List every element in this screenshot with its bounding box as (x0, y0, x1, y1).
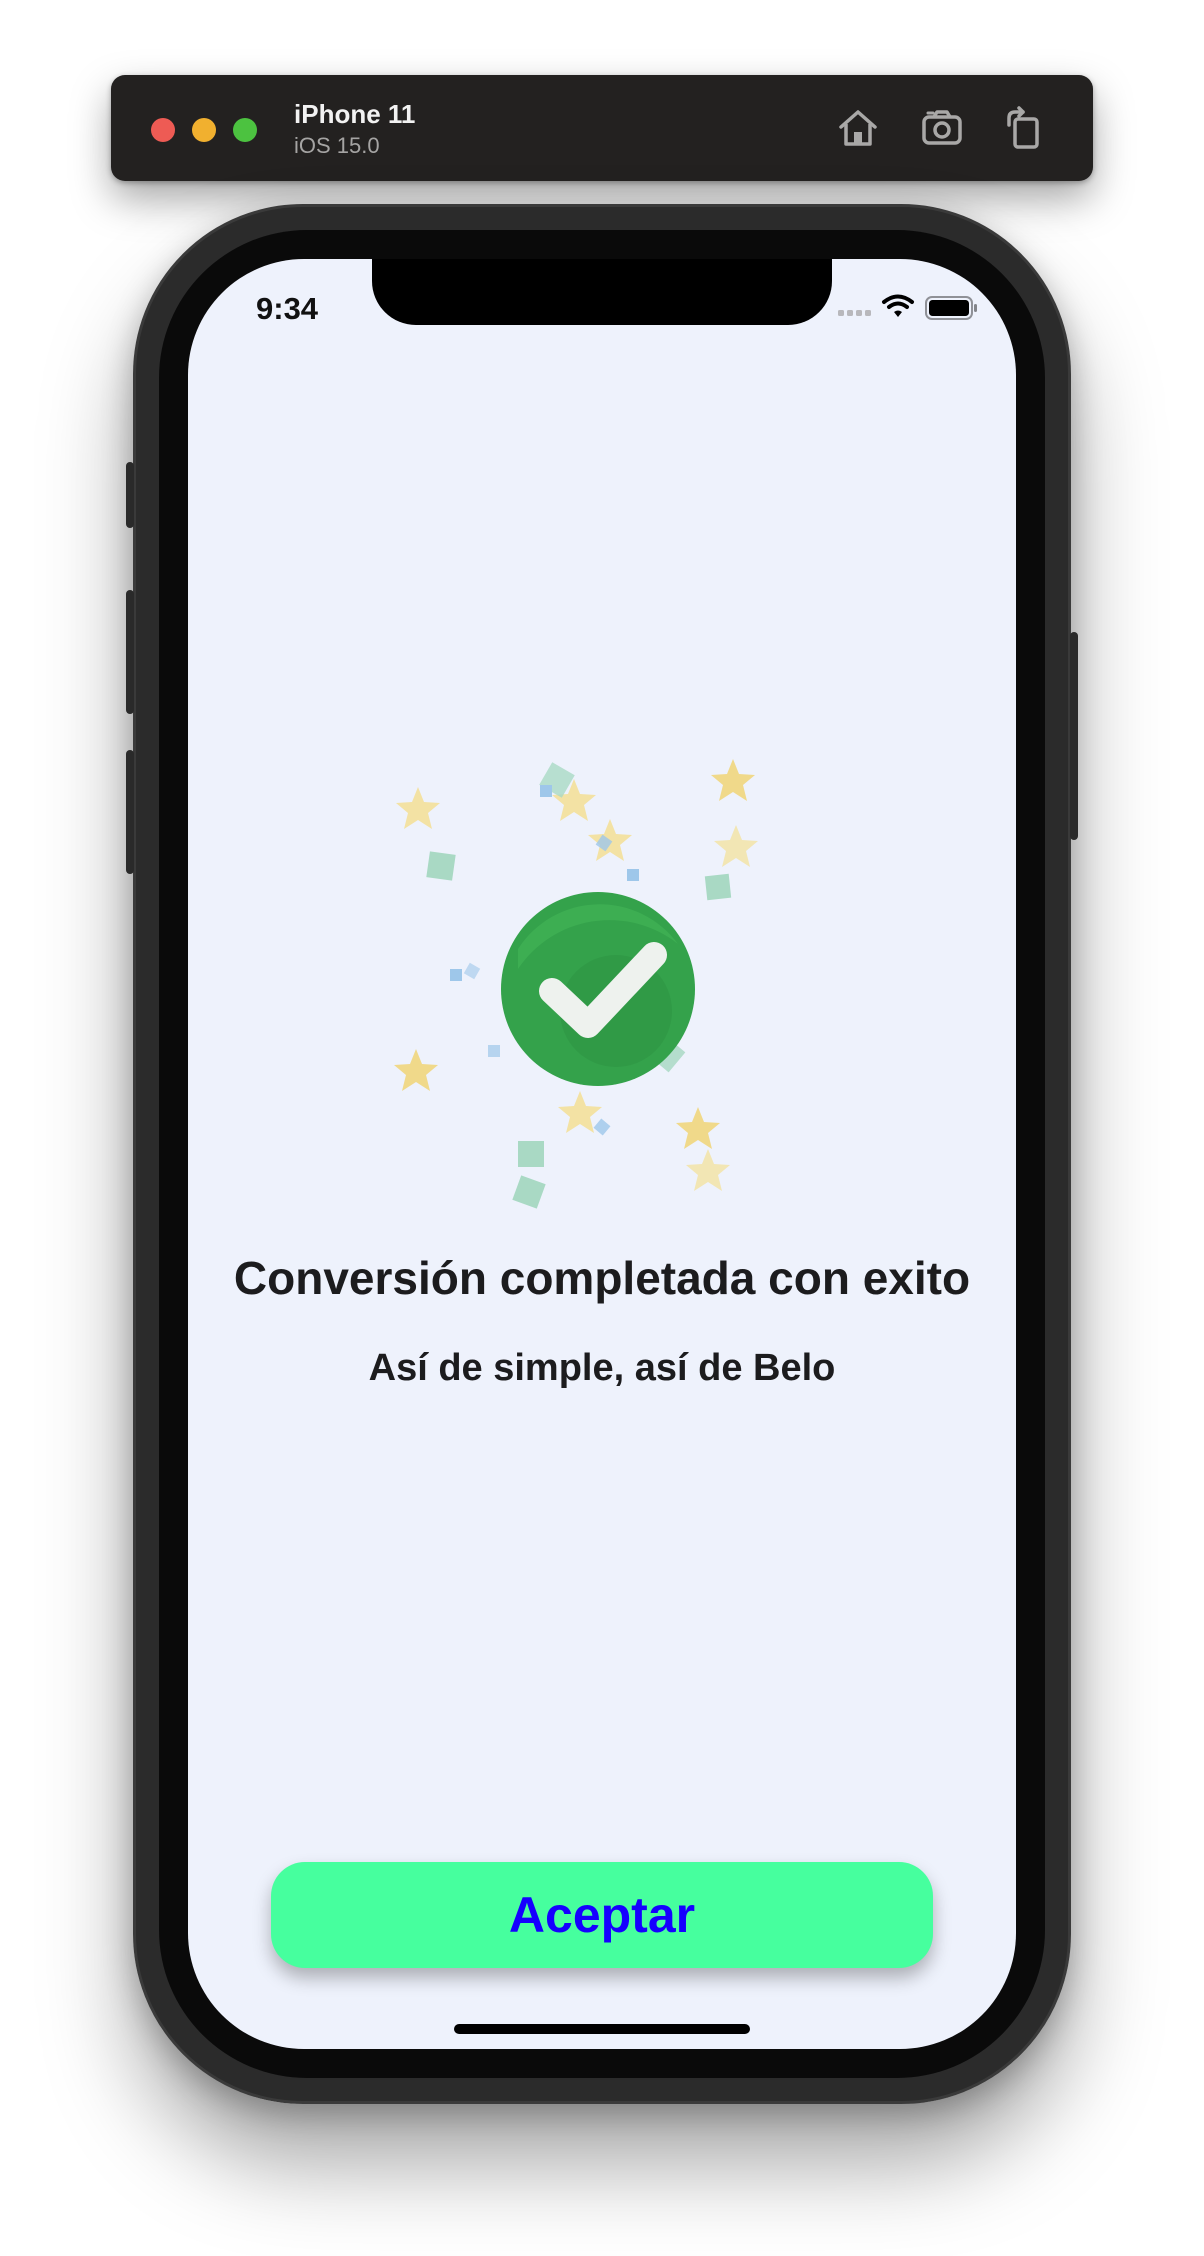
close-window-button[interactable] (151, 118, 175, 142)
star-icon (711, 759, 755, 801)
simulator-toolbar: iPhone 11 iOS 15.0 (111, 75, 1093, 181)
rotate-icon[interactable] (1001, 105, 1047, 151)
power-button (1070, 632, 1078, 840)
star-icon (394, 1049, 438, 1091)
star-icon (676, 1107, 720, 1149)
status-icons (838, 293, 978, 323)
status-time: 9:34 (256, 291, 319, 326)
signal-icon (838, 310, 871, 316)
volume-down-button (126, 750, 134, 874)
zoom-window-button[interactable] (233, 118, 257, 142)
notch (372, 259, 832, 325)
accept-button[interactable]: Aceptar (271, 1862, 933, 1968)
star-icon (396, 787, 440, 829)
success-subtitle: Así de simple, así de Belo (368, 1347, 836, 1389)
star-icon (686, 1149, 730, 1191)
success-illustration (338, 729, 858, 1249)
star-icon (714, 825, 758, 867)
volume-up-button (126, 590, 134, 714)
success-title: Conversión completada con exito (233, 1252, 971, 1304)
home-icon[interactable] (835, 105, 881, 151)
device-name: iPhone 11 (294, 99, 416, 129)
home-indicator[interactable] (454, 2024, 750, 2034)
app-screen: 9:34 Conversión completada con exito Así… (188, 259, 1016, 2049)
device-os-version: iOS 15.0 (294, 133, 380, 158)
wifi-icon (882, 294, 914, 317)
screenshot-icon[interactable] (919, 105, 965, 151)
minimize-window-button[interactable] (192, 118, 216, 142)
silent-switch (126, 462, 134, 528)
check-circle-icon (501, 892, 695, 1086)
battery-icon (925, 296, 977, 320)
